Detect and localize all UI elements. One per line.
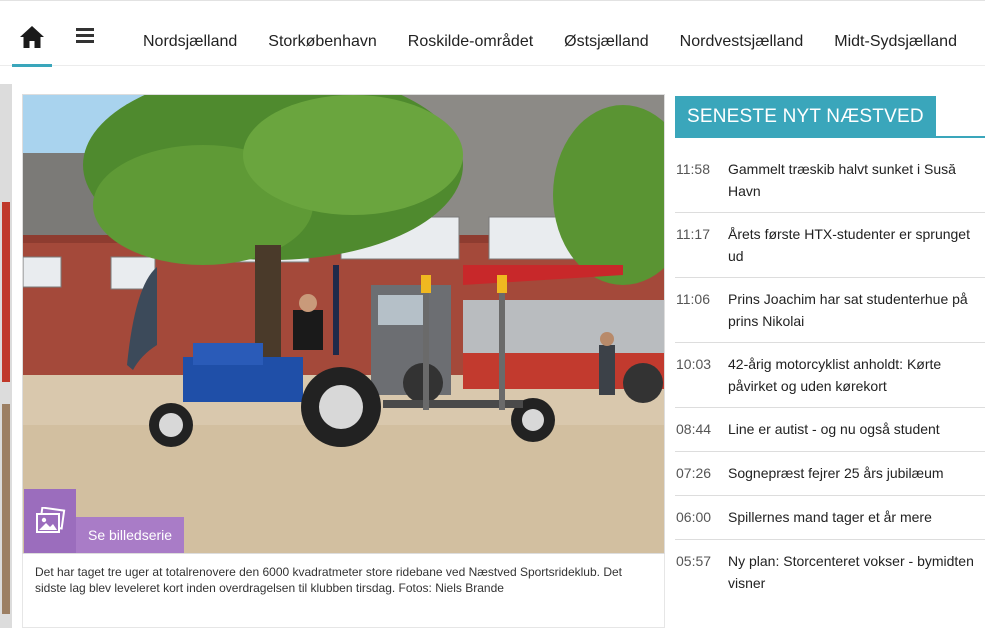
photo-gallery-icon	[36, 507, 66, 533]
news-item[interactable]: 08:44 Line er autist - og nu også studen…	[675, 408, 985, 452]
nav-link-roskilde[interactable]: Roskilde-området	[408, 17, 533, 51]
news-title-link[interactable]: Ny plan: Storcenteret vokser - bymidten …	[728, 550, 985, 594]
latest-news-title: SENESTE NYT NÆSTVED	[675, 96, 936, 138]
active-tab-indicator	[12, 64, 52, 67]
top-navigation: Nordsjælland Storkøbenhavn Roskilde-områ…	[0, 0, 985, 67]
news-time: 05:57	[676, 553, 712, 569]
news-title-link[interactable]: Sognepræst fejrer 25 års jubilæum	[728, 462, 944, 484]
news-title-link[interactable]: 42-årig motorcyklist anholdt: Kørte påvi…	[728, 353, 985, 397]
latest-news-list: 11:58 Gammelt træskib halvt sunket i Sus…	[675, 150, 985, 604]
news-item[interactable]: 11:58 Gammelt træskib halvt sunket i Sus…	[675, 150, 985, 213]
photo-caption: Det har taget tre uger at totalrenovere …	[22, 554, 665, 628]
news-item[interactable]: 10:03 42-årig motorcyklist anholdt: Kørt…	[675, 343, 985, 408]
news-time: 10:03	[676, 356, 712, 372]
nav-link-nordvestsjaelland[interactable]: Nordvestsjælland	[680, 17, 804, 51]
news-time: 06:00	[676, 509, 712, 525]
left-edge-ad	[0, 84, 12, 628]
news-title-link[interactable]: Prins Joachim har sat studenterhue på pr…	[728, 288, 985, 332]
nav-link-storkobenhavn[interactable]: Storkøbenhavn	[268, 17, 377, 51]
gallery-button[interactable]	[24, 489, 76, 553]
news-item[interactable]: 05:57 Ny plan: Storcenteret vokser - bym…	[675, 540, 985, 604]
news-time: 11:06	[676, 291, 710, 307]
gallery-label[interactable]: Se billedserie	[76, 517, 185, 553]
news-time: 11:17	[676, 226, 710, 242]
news-item[interactable]: 11:06 Prins Joachim har sat studenterhue…	[675, 278, 985, 343]
latest-news-header: SENESTE NYT NÆSTVED	[675, 96, 985, 138]
region-nav: Nordsjælland Storkøbenhavn Roskilde-områ…	[143, 1, 985, 67]
menu-button[interactable]	[74, 25, 100, 51]
news-title-link[interactable]: Årets første HTX-studenter er sprunget u…	[728, 223, 985, 267]
home-button[interactable]	[12, 21, 52, 67]
home-icon	[20, 26, 44, 48]
article-photo[interactable]	[22, 94, 665, 554]
news-time: 11:58	[676, 161, 710, 177]
nav-link-ostsjaelland[interactable]: Østsjælland	[564, 17, 648, 51]
news-item[interactable]: 07:26 Sognepræst fejrer 25 års jubilæum	[675, 452, 985, 496]
news-time: 07:26	[676, 465, 712, 481]
nav-link-midt-sydsjaelland[interactable]: Midt-Sydsjælland	[834, 17, 957, 51]
news-title-link[interactable]: Gammelt træskib halvt sunket i Susă Havn	[728, 158, 985, 202]
news-item[interactable]: 11:17 Årets første HTX-studenter er spru…	[675, 213, 985, 278]
news-title-link[interactable]: Line er autist - og nu også student	[728, 418, 940, 440]
hamburger-icon	[76, 28, 94, 43]
news-item[interactable]: 06:00 Spillernes mand tager et år mere	[675, 496, 985, 540]
news-title-link[interactable]: Spillernes mand tager et år mere	[728, 506, 932, 528]
nav-link-nordsjaelland[interactable]: Nordsjælland	[143, 17, 237, 51]
news-time: 08:44	[676, 421, 712, 437]
